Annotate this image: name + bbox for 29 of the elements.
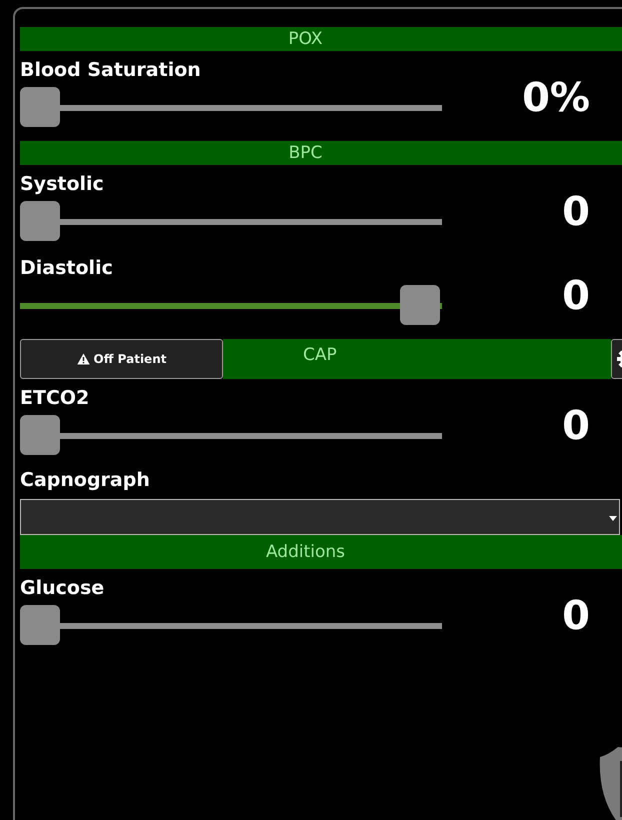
slider-thumb[interactable] [20, 201, 60, 241]
field-label: Blood Saturation [20, 58, 202, 83]
section-header: POX [20, 27, 622, 51]
slider[interactable] [20, 285, 442, 325]
reading-value: 0 [562, 273, 590, 319]
section-header: CAP [223, 339, 611, 379]
reading-value: 0 [562, 403, 590, 449]
section-header: BPC [20, 141, 622, 165]
off-patient-button[interactable]: Off Patient [20, 339, 223, 379]
slider-thumb[interactable] [20, 605, 60, 645]
section-header: Additions [20, 535, 622, 569]
capnograph-dropdown[interactable] [20, 499, 620, 535]
slider[interactable] [20, 201, 442, 241]
field-label: Diastolic [20, 256, 114, 281]
field-label: Glucose [20, 576, 106, 601]
field-label: Capnograph [20, 468, 151, 493]
slider[interactable] [20, 605, 442, 645]
field-label: Systolic [20, 172, 105, 197]
caret-icon [609, 516, 617, 521]
reading-value: 0% [522, 75, 590, 121]
field-label: ETCO2 [20, 386, 90, 411]
slider[interactable] [20, 415, 442, 455]
slider-thumb[interactable] [400, 285, 440, 325]
warning-icon [76, 353, 90, 365]
slider[interactable] [20, 87, 442, 127]
slider-thumb[interactable] [20, 415, 60, 455]
slider-thumb[interactable] [20, 87, 60, 127]
reading-value: 0 [562, 189, 590, 235]
reading-value: 0 [562, 593, 590, 639]
